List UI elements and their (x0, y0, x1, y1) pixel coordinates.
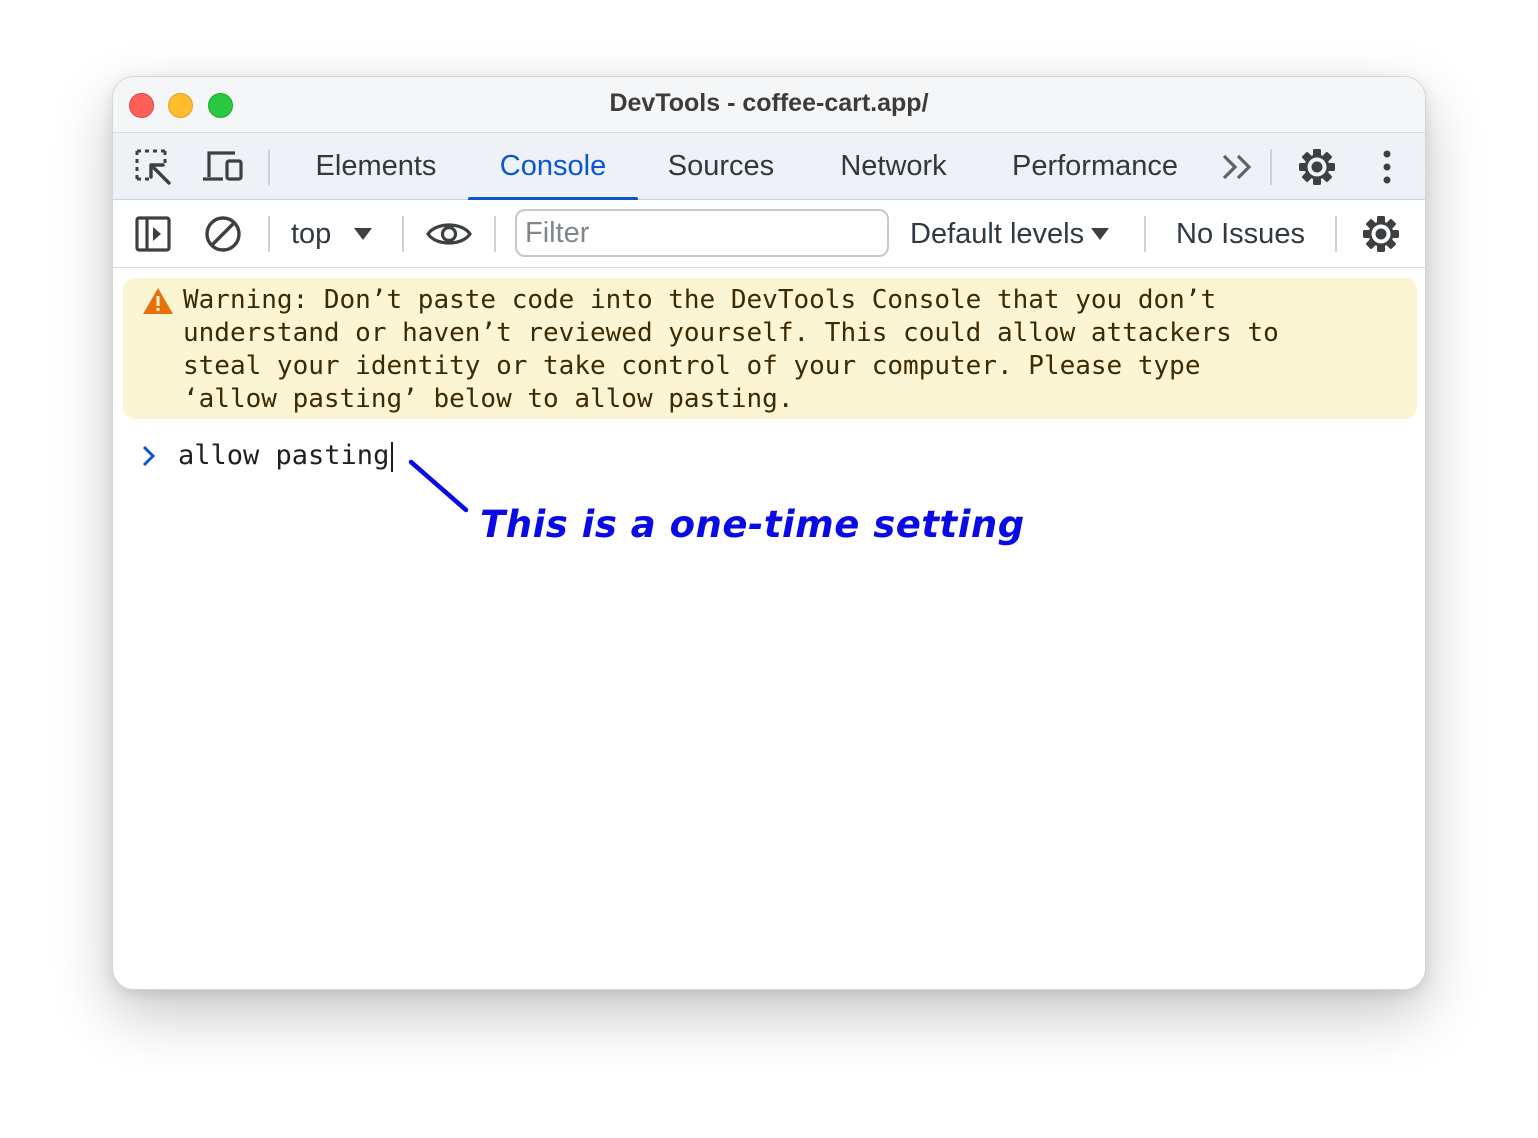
toolbar-divider (494, 216, 496, 252)
tab-label: Performance (1011, 150, 1178, 182)
live-expression-eye-icon[interactable] (426, 211, 472, 257)
filter-input[interactable] (515, 209, 889, 257)
console-prompt[interactable]: allow pasting (141, 438, 394, 474)
sidebar-toggle-icon[interactable] (130, 211, 176, 257)
context-label: top (291, 217, 332, 250)
dropdown-triangle-icon (1091, 228, 1110, 240)
toolbar-divider (1335, 216, 1337, 252)
title-bar: DevTools - coffee-cart.app/ (113, 77, 1425, 133)
kebab-menu-icon[interactable] (1365, 145, 1409, 189)
console-input[interactable]: allow pasting (178, 440, 394, 472)
warning-text: Warning: Don’t paste code into the DevTo… (183, 285, 1279, 414)
paste-warning-message: Warning: Don’t paste code into the DevTo… (123, 278, 1417, 419)
text-caret (391, 441, 394, 472)
tab-label: Sources (667, 150, 775, 182)
prompt-chevron-icon (141, 441, 161, 471)
console-toolbar: top Default levels No Issues (113, 200, 1425, 268)
settings-gear-icon[interactable] (1295, 145, 1339, 189)
tab-performance[interactable]: Performance (996, 133, 1194, 200)
tab-sources[interactable]: Sources (651, 133, 791, 200)
issues-label: No Issues (1176, 217, 1305, 250)
tab-console[interactable]: Console (468, 133, 638, 201)
log-levels-dropdown[interactable]: Default levels (910, 210, 1110, 258)
toolbar-divider (1144, 216, 1146, 252)
dropdown-triangle-icon (354, 228, 373, 240)
inspect-element-icon[interactable] (131, 145, 175, 189)
tab-divider (1270, 149, 1272, 185)
annotation-callout: This is a one-time setting (480, 503, 1025, 546)
tab-elements[interactable]: Elements (297, 133, 455, 200)
toolbar-divider (402, 216, 404, 252)
console-output[interactable]: Warning: Don’t paste code into the DevTo… (113, 268, 1425, 989)
clear-console-icon[interactable] (200, 211, 246, 257)
window-title: DevTools - coffee-cart.app/ (609, 89, 929, 117)
levels-label: Default levels (910, 217, 1085, 250)
tab-network[interactable]: Network (821, 133, 966, 200)
tab-divider (268, 149, 270, 185)
issues-counter[interactable]: No Issues (1176, 210, 1305, 258)
device-toolbar-icon[interactable] (201, 145, 245, 189)
warning-triangle-icon (143, 288, 173, 314)
more-tabs-icon[interactable] (1216, 145, 1260, 189)
tab-label: Network (840, 150, 947, 182)
context-selector[interactable]: top (291, 210, 391, 258)
console-input-text: allow pasting (178, 440, 390, 472)
panel-tab-bar: Elements Console Sources Network Perform… (113, 133, 1425, 201)
tab-label: Console (499, 150, 607, 182)
tab-label: Elements (315, 150, 437, 182)
toolbar-divider (268, 216, 270, 252)
console-settings-gear-icon[interactable] (1358, 211, 1404, 257)
